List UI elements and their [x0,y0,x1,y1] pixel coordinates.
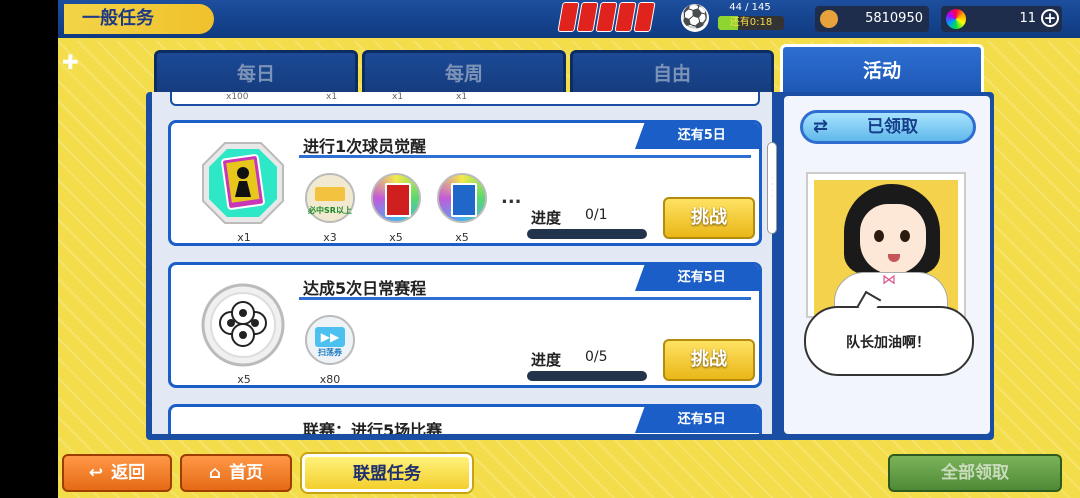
stamina-timer: 还有0:18 [729,17,773,28]
character-face [860,204,926,274]
gem-value: 11 [1019,11,1036,26]
ticket-icon: 必中SR以上 [305,173,355,223]
character-portrait: ⋈ [806,172,966,318]
left-black-strip [0,0,58,498]
stamina-value: 44 / 145 [729,2,771,13]
red-player-card-icon [371,173,421,223]
time-left-text: 还有5日 [677,128,726,143]
gem-counter: 11 + [941,6,1062,32]
mission-title: 联赛：进行5场比赛 [303,421,443,434]
back-label: 返回 [111,463,146,483]
reward-count: x100 [226,92,249,102]
soccer-ball-icon: ⚽ [681,4,709,32]
blue-player-card-icon [437,173,487,223]
reward-count: x1 [237,231,251,244]
time-left-text: 还有5日 [677,270,726,285]
progress-bar [527,371,647,381]
claimed-button[interactable]: ⇄ 已领取 [800,110,976,144]
progress-bar [527,229,647,239]
rainbow-gem-icon [946,9,966,29]
awakening-card-icon [202,142,284,224]
ribbon-icon: ⋈ [882,272,896,288]
time-left-badge: 还有5日 [635,265,759,291]
list-item: 还有5日 联赛：进行5场比赛 [168,404,762,434]
tab-free[interactable]: 自由 [570,50,774,96]
reward-count: x5 [389,231,403,244]
progress-value: 0/1 [585,207,608,223]
progress-label: 进度 [531,209,562,227]
reward-count: x80 [319,373,341,386]
reward-count: x1 [326,92,338,102]
mission-title: 进行1次球员觉醒 [303,137,427,156]
time-left-text: 还有5日 [677,412,726,427]
tab-event[interactable]: 活动 [780,44,984,96]
tab-daily[interactable]: 每日 [154,50,358,96]
back-button[interactable]: ↩ 返回 [62,454,172,492]
page-title: 一般任务 [64,4,214,34]
red-card-icon [633,2,656,32]
home-label: 首页 [229,463,264,483]
more-rewards-indicator[interactable]: ... [501,187,522,208]
reward-caption: 必中SR以上 [308,206,352,215]
mission-title: 达成5次日常赛程 [303,279,427,298]
divider [299,297,751,300]
home-button[interactable]: ⌂ 首页 [180,454,292,492]
tab-weekly[interactable]: 每周 [362,50,566,96]
stamina-bar: 还有0:18 [718,16,784,30]
eye [900,230,910,242]
puzzle-icon[interactable]: ✚ [62,50,88,76]
claimed-label: 已领取 [867,117,918,137]
progress-value: 0/5 [585,349,608,365]
claim-all-button[interactable]: 全部领取 [888,454,1062,492]
list-item-partial: x100 x1 x1 x1 [170,92,760,106]
coin-stack-icon [820,10,838,28]
eye [874,230,884,242]
skip-ticket-icon: ▶▶ 扫荡券 [305,315,355,365]
add-gems-button[interactable]: + [1041,9,1059,27]
scroll-grip: · · · · [771,174,774,201]
back-arrow-icon: ↩ [88,463,104,483]
reward-count: x5 [237,373,251,386]
refresh-arrows-icon: ⇄ [813,116,829,137]
reward-count: x1 [392,92,404,102]
reward-count: x5 [455,231,469,244]
divider [299,155,751,158]
list-item: 还有5日 进行1次球员觉醒 x1 必中SR以上 x3 x5 x5 ... 进度 … [168,120,762,246]
reward-count: x3 [323,231,337,244]
coin-counter: 5810950 [815,6,929,32]
progress-label: 进度 [531,351,562,369]
home-icon: ⌂ [208,463,222,483]
reward-caption: 扫荡券 [318,348,342,357]
time-left-badge: 还有5日 [635,407,759,433]
mouth [888,254,900,262]
soccer-balls-icon [201,283,285,367]
red-card-counter [557,2,656,34]
reward-count: x1 [456,92,468,102]
challenge-button[interactable]: 挑战 [663,339,755,381]
speech-text: 队长加油啊！ [846,335,930,351]
coin-value: 5810950 [865,11,923,26]
time-left-badge: 还有5日 [635,123,759,149]
list-item: 还有5日 达成5次日常赛程 x5 ▶▶ 扫荡券 x80 进度 0/5 挑战 [168,262,762,388]
challenge-button[interactable]: 挑战 [663,197,755,239]
league-missions-button[interactable]: 联盟任务 [302,454,472,492]
